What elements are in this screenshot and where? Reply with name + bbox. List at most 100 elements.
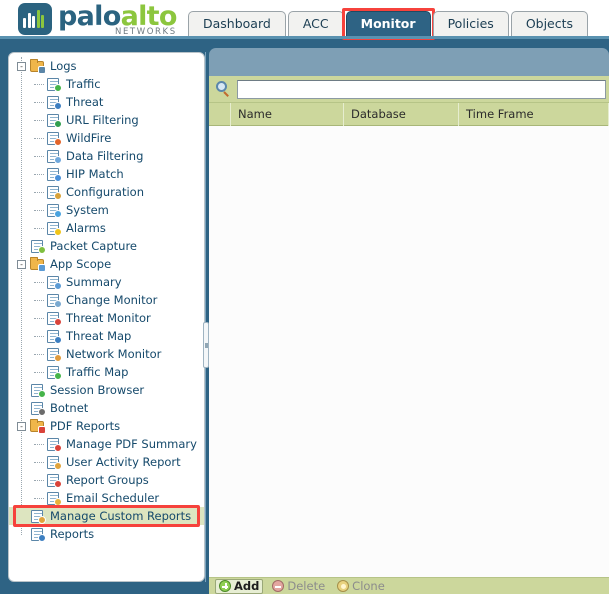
sidebar-item-threat-monitor[interactable]: Threat Monitor bbox=[9, 309, 204, 327]
tree-collapse-toggle[interactable]: - bbox=[17, 259, 26, 269]
sidebar-item-traffic[interactable]: Traffic bbox=[9, 75, 204, 93]
sidebar-item-session-browser[interactable]: Session Browser bbox=[9, 381, 204, 399]
tab-objects[interactable]: Objects bbox=[510, 11, 589, 36]
data-filtering-icon bbox=[46, 149, 62, 164]
tree-guide-branch bbox=[34, 336, 44, 337]
sidebar-item-manage-pdf-summary[interactable]: Manage PDF Summary bbox=[9, 435, 204, 453]
app-scope-icon bbox=[30, 256, 46, 272]
column-header-label: Name bbox=[238, 107, 272, 121]
sidebar-item-alarms[interactable]: Alarms bbox=[9, 219, 204, 237]
sidebar-item-reports[interactable]: Reports bbox=[9, 525, 204, 543]
tree-guide-branch bbox=[34, 372, 44, 373]
sidebar-item-label: System bbox=[66, 203, 109, 217]
column-header-check[interactable] bbox=[209, 103, 231, 126]
sidebar-item-configuration[interactable]: Configuration bbox=[9, 183, 204, 201]
sidebar-item-label: Threat Monitor bbox=[66, 311, 151, 325]
sidebar-item-url-filtering[interactable]: URL Filtering bbox=[9, 111, 204, 129]
sidebar-item-logs[interactable]: - Logs bbox=[9, 57, 204, 75]
tree-guide-branch bbox=[34, 210, 44, 211]
sidebar-item-label: Traffic bbox=[66, 77, 101, 91]
sidebar-item-botnet[interactable]: Botnet bbox=[9, 399, 204, 417]
reports-icon bbox=[30, 527, 46, 542]
sidebar-item-label: Alarms bbox=[66, 221, 106, 235]
tree-collapse-toggle[interactable]: - bbox=[17, 61, 26, 71]
sidebar-item-data-filtering[interactable]: Data Filtering bbox=[9, 147, 204, 165]
splitter-line bbox=[205, 52, 206, 582]
sidebar-item-threat-map[interactable]: Threat Map bbox=[9, 327, 204, 345]
sidebar-item-hip-match[interactable]: HIP Match bbox=[9, 165, 204, 183]
add-icon bbox=[219, 580, 231, 592]
change-monitor-icon bbox=[46, 293, 62, 308]
logs-icon bbox=[30, 58, 46, 74]
system-icon bbox=[46, 203, 62, 218]
tab-acc[interactable]: ACC bbox=[287, 11, 344, 36]
tab-policies[interactable]: Policies bbox=[432, 11, 509, 36]
column-header-timeframe[interactable]: Time Frame bbox=[459, 103, 609, 126]
tab-underline bbox=[0, 36, 609, 39]
sidebar-item-label: Manage Custom Reports bbox=[50, 509, 192, 523]
sidebar-item-label: WildFire bbox=[66, 131, 112, 145]
sidebar-item-packet-capture[interactable]: Packet Capture bbox=[9, 237, 204, 255]
add-button[interactable]: Add bbox=[215, 578, 264, 594]
sidebar-item-label: Manage PDF Summary bbox=[66, 437, 197, 451]
sidebar-item-label: Configuration bbox=[66, 185, 144, 199]
sidebar-item-user-activity-report[interactable]: User Activity Report bbox=[9, 453, 204, 471]
sidebar-item-change-monitor[interactable]: Change Monitor bbox=[9, 291, 204, 309]
sidebar-item-label: Logs bbox=[50, 59, 77, 73]
sidebar-item-system[interactable]: System bbox=[9, 201, 204, 219]
search-bar bbox=[209, 76, 609, 103]
sidebar-panel: - Logs Traffic Threat URL Filtering WildFire D… bbox=[8, 52, 205, 582]
sidebar-item-label: Threat bbox=[66, 95, 104, 109]
threat-monitor-icon bbox=[46, 311, 62, 326]
sidebar-item-label: Threat Map bbox=[66, 329, 132, 343]
tab-label: Objects bbox=[525, 16, 574, 31]
column-header-name[interactable]: Name bbox=[231, 103, 344, 126]
sidebar-item-label: PDF Reports bbox=[50, 419, 121, 433]
sidebar-item-label: Reports bbox=[50, 527, 95, 541]
sidebar-item-pdf-reports[interactable]: - PDF Reports bbox=[9, 417, 204, 435]
column-header-database[interactable]: Database bbox=[344, 103, 459, 126]
reports-table-body[interactable] bbox=[209, 126, 609, 577]
sidebar-item-threat[interactable]: Threat bbox=[9, 93, 204, 111]
logo-word-palo: palo bbox=[58, 1, 121, 32]
sidebar-item-label: Packet Capture bbox=[50, 239, 138, 253]
tree-guide-branch bbox=[34, 282, 44, 283]
logo-wordmark: paloalto bbox=[58, 3, 177, 30]
main-content: Name Database Time Frame Add Delete Clone bbox=[209, 48, 609, 594]
tab-dashboard[interactable]: Dashboard bbox=[188, 11, 286, 36]
tree-guide-branch bbox=[34, 156, 44, 157]
action-label: Clone bbox=[352, 579, 385, 593]
network-monitor-icon bbox=[46, 347, 62, 362]
manage-pdf-summary-icon bbox=[46, 437, 62, 452]
url-filtering-icon bbox=[46, 113, 62, 128]
sidebar-item-email-scheduler[interactable]: Email Scheduler bbox=[9, 489, 204, 507]
tree-guide-branch bbox=[34, 102, 44, 103]
tree-guide-branch bbox=[34, 84, 44, 85]
sidebar-item-manage-custom-reports[interactable]: Manage Custom Reports bbox=[9, 507, 204, 525]
sidebar-item-label: App Scope bbox=[50, 257, 112, 271]
sidebar-item-app-scope[interactable]: - App Scope bbox=[9, 255, 204, 273]
sidebar-item-traffic-map[interactable]: Traffic Map bbox=[9, 363, 204, 381]
tree-guide-branch bbox=[34, 318, 44, 319]
manage-custom-reports-icon bbox=[30, 509, 46, 524]
tree-collapse-toggle[interactable]: - bbox=[17, 421, 26, 431]
tab-label: Policies bbox=[447, 16, 494, 31]
sidebar-item-summary[interactable]: Summary bbox=[9, 273, 204, 291]
sidebar-tree: - Logs Traffic Threat URL Filtering WildFire D… bbox=[9, 53, 204, 581]
tree-guide-branch bbox=[34, 192, 44, 193]
pdf-reports-icon bbox=[30, 418, 46, 434]
alarms-icon bbox=[46, 221, 62, 236]
tab-monitor[interactable]: Monitor bbox=[341, 8, 435, 40]
tree-guide-branch bbox=[34, 354, 44, 355]
tab-label: Monitor bbox=[360, 16, 416, 31]
tree-guide-branch bbox=[34, 138, 44, 139]
sidebar-item-report-groups[interactable]: Report Groups bbox=[9, 471, 204, 489]
sidebar-item-wildfire[interactable]: WildFire bbox=[9, 129, 204, 147]
sidebar-item-network-monitor[interactable]: Network Monitor bbox=[9, 345, 204, 363]
threat-log-icon bbox=[46, 95, 62, 110]
search-icon[interactable] bbox=[214, 81, 234, 97]
clone-button: Clone bbox=[334, 579, 388, 594]
search-input[interactable] bbox=[237, 79, 606, 99]
sidebar-item-label: HIP Match bbox=[66, 167, 124, 181]
sidebar-item-label: User Activity Report bbox=[66, 455, 181, 469]
